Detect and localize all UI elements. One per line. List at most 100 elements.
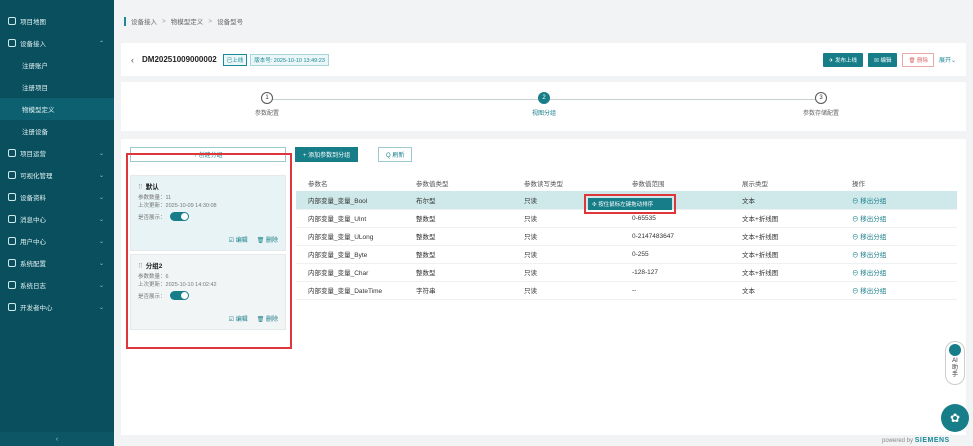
breadcrumb: 设备接入 > 物模型定义 > 设备型号: [114, 12, 243, 30]
table-cell: 内部变量_变量_Char: [296, 263, 404, 282]
step-view-group[interactable]: 2 视图分组: [484, 92, 604, 117]
table-cell: 文本+折线图: [730, 263, 840, 282]
edit-button[interactable]: ☒ 编辑: [867, 52, 898, 67]
robot-icon: [949, 344, 961, 356]
chevron-icon: ⌄: [98, 304, 104, 311]
table-cell: 只读: [512, 281, 620, 300]
sidebar-menu: 项目地图 设备接入 ⌃ 注册账户 注册项目 物模型定义 注册设备 项目运营 ⌄ 可视化管理 ⌄ 设备资…: [0, 10, 114, 318]
table-cell: 内部变量_变量_DateTime: [296, 281, 404, 300]
sidebar-item[interactable]: 用户中心 ⌄: [0, 230, 114, 252]
table-cell: 整数型: [404, 209, 512, 228]
table-cell: 整数型: [404, 245, 512, 264]
chevron-icon: ⌄: [98, 216, 104, 223]
chevron-icon: ⌄: [98, 282, 104, 289]
table-row[interactable]: 内部变量_变量_Char 整数型 只读 -128-127 文本+折线图 ⊖ 移出分组: [296, 263, 957, 282]
model-title: DM20251009000002: [142, 55, 217, 64]
table-cell: 内部变量_变量_Byte: [296, 245, 404, 264]
sidebar-item[interactable]: 可视化管理 ⌄: [0, 164, 114, 186]
ai-label: AI 助 手: [951, 358, 958, 378]
sidebar-item-label: 用户中心: [20, 239, 46, 246]
expand-button[interactable]: 展开⌄: [939, 55, 956, 64]
publish-button[interactable]: ✈ 发布上线: [822, 52, 863, 67]
col-header: 操作: [852, 181, 865, 188]
highlight-box: ✣ 按住鼠标左键拖动排序: [584, 194, 676, 214]
sidebar-collapse-button[interactable]: ‹: [0, 432, 114, 446]
breadcrumb-item[interactable]: 物模型定义: [171, 16, 204, 26]
table-cell: 0-255: [620, 245, 730, 264]
table-row[interactable]: 内部变量_变量_ULong 整数型 只读 0-2147483647 文本+折线图 ⊖ 移出…: [296, 227, 957, 246]
table-cell: 文本: [730, 281, 840, 300]
menu-icon: [8, 259, 16, 267]
table-cell: 文本+折线图: [730, 209, 840, 228]
remove-from-group-link[interactable]: ⊖ 移出分组: [840, 245, 957, 264]
table-cell: 只读: [512, 263, 620, 282]
table-cell: 内部变量_变量_UInt: [296, 209, 404, 228]
breadcrumb-item[interactable]: 设备接入: [131, 16, 157, 26]
sidebar-item[interactable]: 消息中心 ⌄: [0, 208, 114, 230]
breadcrumb-separator: >: [162, 17, 166, 25]
sidebar-item[interactable]: 设备资料 ⌄: [0, 186, 114, 208]
add-param-button[interactable]: + 添加参数到分组: [295, 147, 359, 162]
menu-icon: [8, 171, 16, 179]
sidebar-item-label: 开发者中心: [20, 305, 53, 312]
remove-from-group-link[interactable]: ⊖ 移出分组: [840, 263, 957, 282]
sidebar-item-label: 物模型定义: [22, 107, 55, 114]
chevron-icon: ⌃: [98, 40, 104, 47]
step-label: 视图分组: [531, 111, 556, 117]
refresh-button[interactable]: Q 刷新: [378, 147, 413, 162]
remove-from-group-link[interactable]: ⊖ 移出分组: [840, 191, 957, 210]
remove-from-group-link[interactable]: ⊖ 移出分组: [840, 281, 957, 300]
table-cell: 0-2147483647: [620, 227, 730, 246]
sidebar-item-label: 注册设备: [22, 129, 48, 136]
table-cell: 文本+折线图: [730, 227, 840, 246]
chat-fab-icon[interactable]: ✿: [941, 404, 969, 432]
sidebar-item-label: 项目地图: [20, 19, 46, 26]
remove-from-group-link[interactable]: ⊖ 移出分组: [840, 209, 957, 228]
chevron-icon: ⌄: [98, 238, 104, 245]
chevron-icon: ⌄: [98, 172, 104, 179]
sidebar-item[interactable]: 项目运营 ⌄: [0, 142, 114, 164]
powered-by: powered by SIEMENS: [882, 437, 950, 444]
sidebar-item[interactable]: 注册账户: [0, 54, 114, 76]
sidebar-item[interactable]: 系统配置 ⌄: [0, 252, 114, 274]
table-row[interactable]: 内部变量_变量_DateTime 字符串 只读 -- 文本 ⊖ 移出分组: [296, 281, 957, 300]
sidebar-item[interactable]: 注册设备: [0, 120, 114, 142]
table-row[interactable]: 内部变量_变量_Byte 整数型 只读 0-255 文本+折线图 ⊖ 移出分组: [296, 245, 957, 264]
delete-button[interactable]: 🗑 删除: [902, 52, 934, 67]
step-storage-config[interactable]: 3 参数存储配置: [761, 92, 881, 117]
menu-icon: [8, 303, 16, 311]
chevron-icon: ⌄: [98, 150, 104, 157]
table-cell: 布尔型: [404, 191, 512, 210]
table-cell: --: [620, 281, 730, 300]
table-cell: -128-127: [620, 263, 730, 282]
chevron-icon: ⌄: [98, 194, 104, 201]
table-cell: 字符串: [404, 281, 512, 300]
version-badge: 版本号: 2025-10-10 13:49:23: [250, 53, 329, 66]
header-actions: ✈ 发布上线 ☒ 编辑 🗑 删除 展开⌄: [822, 52, 956, 67]
col-header: 参数名: [308, 181, 328, 188]
chevron-icon: ⌄: [98, 260, 104, 267]
sidebar-item[interactable]: 系统日志 ⌄: [0, 274, 114, 296]
breadcrumb-separator: >: [208, 17, 213, 25]
sidebar-item-label: 项目运营: [20, 151, 46, 158]
table-cell: 文本: [730, 191, 840, 210]
back-icon[interactable]: ‹: [131, 55, 134, 65]
table-cell: 只读: [512, 245, 620, 264]
sidebar-item-label: 系统配置: [20, 261, 46, 268]
sidebar-item[interactable]: 设备接入 ⌃: [0, 32, 114, 54]
sidebar-item[interactable]: 物模型定义: [0, 98, 114, 120]
highlight-box: [126, 153, 292, 349]
table-cell: 文本+折线图: [730, 245, 840, 264]
model-header: ‹ DM20251009000002 已上线 版本号: 2025-10-10 1…: [121, 43, 966, 76]
sidebar-item-label: 注册项目: [22, 85, 48, 92]
step-parameter-config[interactable]: 1 参数配置: [207, 92, 327, 117]
sidebar-item[interactable]: 开发者中心 ⌄: [0, 296, 114, 318]
col-header: 参数读写类型: [524, 181, 563, 188]
remove-from-group-link[interactable]: ⊖ 移出分组: [840, 227, 957, 246]
sidebar-item[interactable]: 注册项目: [0, 76, 114, 98]
table-cell: 整数型: [404, 263, 512, 282]
ai-assistant-button[interactable]: AI 助 手: [945, 341, 965, 385]
menu-icon: [8, 193, 16, 201]
sidebar-item[interactable]: 项目地图: [0, 10, 114, 32]
table-header: 参数名 参数值类型 参数读写类型 参数值范围 展示类型 操作: [296, 175, 957, 191]
